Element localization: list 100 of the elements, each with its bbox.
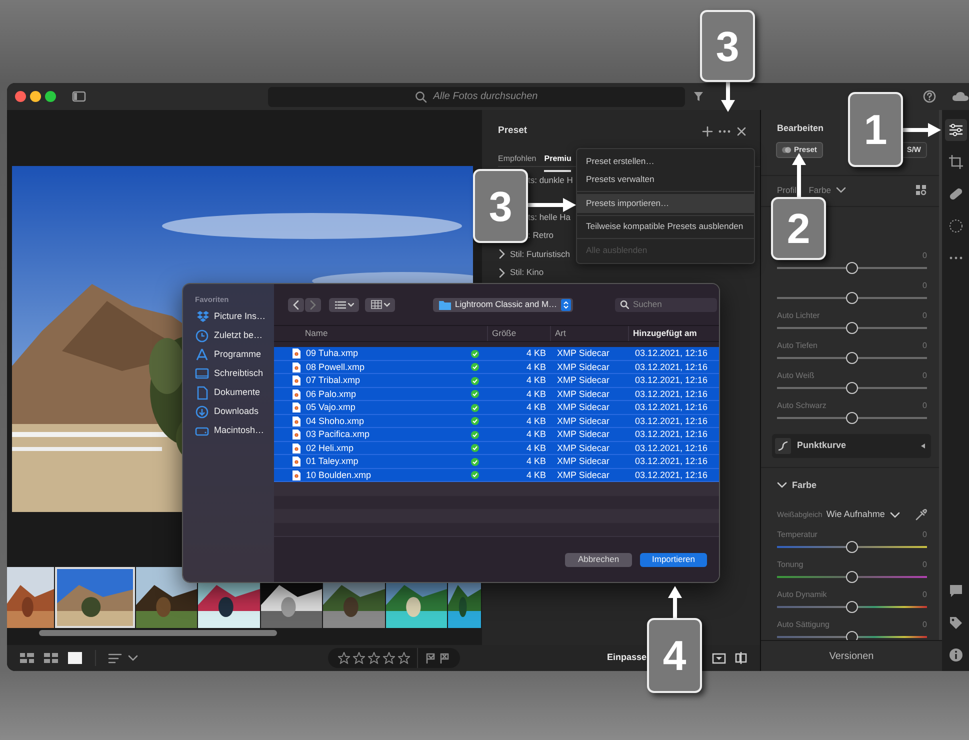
back-button[interactable] [288,298,304,312]
sidebar-item[interactable]: Downloads [195,402,274,422]
folder-popup[interactable]: Lightroom Classic and M… [433,298,573,312]
slider-track[interactable] [777,262,927,274]
slider-thumb[interactable] [846,352,858,364]
sidebar-item[interactable]: Picture Ins… [195,307,274,326]
slider-thumb[interactable] [846,262,858,274]
grid-view-icon[interactable] [43,652,59,664]
zoom-label[interactable]: Einpasse [607,651,647,665]
single-view-icon[interactable] [67,652,83,664]
cancel-button[interactable]: Abbrechen [565,552,632,566]
slider-track[interactable] [777,292,927,304]
file-row[interactable]: 06 Palo.xmp 4 KB XMP Sidecar 03.12.2021, 12:16 [274,388,719,401]
slider-track[interactable] [777,601,927,613]
menu-item[interactable]: Presets verwalten [577,170,754,189]
preset-group[interactable]: : Retro [528,229,554,242]
chevron-down-icon[interactable] [128,654,138,662]
menu-item[interactable]: Preset erstellen… [577,152,754,170]
comment-icon[interactable] [948,584,962,598]
tab[interactable]: Premiu [544,153,572,172]
import-button[interactable]: Importieren [640,552,707,566]
zoom-button[interactable] [45,91,56,102]
flag-icon[interactable] [425,652,436,664]
group-button[interactable] [365,298,395,312]
close-button[interactable] [15,91,26,102]
sidebar-item[interactable]: Schreibtisch [195,364,274,384]
sort-icon[interactable] [108,652,122,664]
file-row[interactable]: 04 Shoho.xmp 4 KB XMP Sidecar 03.12.2021, 12:16 [274,414,719,428]
eyedropper-icon[interactable] [915,509,927,521]
profile-label[interactable]: Profil Farbe [777,184,831,196]
preset-group[interactable]: ts: helle Ha [528,210,571,224]
section-title[interactable]: Farbe [792,479,817,493]
sidebar-item[interactable]: Zuletzt be… [195,326,274,346]
slider-thumb[interactable] [846,571,858,583]
tag-icon[interactable] [948,616,962,630]
profile-browser-icon[interactable] [915,184,927,196]
cloud-icon[interactable] [952,91,969,102]
chevron-right-icon[interactable] [498,249,506,260]
sidebar-item[interactable]: Macintosh… [195,421,274,440]
slider-track[interactable] [777,322,927,334]
slider-thumb[interactable] [846,292,858,304]
tab[interactable]: Empfohlen [498,153,536,170]
star-icon[interactable] [338,652,350,664]
column-header[interactable]: Art [555,327,566,340]
slider-thumb[interactable] [846,541,858,553]
info-icon[interactable] [948,648,962,662]
help-icon[interactable] [923,90,936,103]
chevron-right-icon[interactable] [498,268,506,278]
file-row[interactable]: 05 Vajo.xmp 4 KB XMP Sidecar 03.12.2021, 12:16 [274,401,719,414]
view-mode-button[interactable] [329,298,359,312]
menu-item[interactable]: Teilweise kompatible Presets ausblenden [577,218,754,236]
star-icon[interactable] [353,652,365,664]
column-header[interactable]: Name [305,327,328,340]
preset-group[interactable]: Stil: Futuristisch [510,248,570,261]
filter-icon[interactable] [693,91,704,102]
menu-item[interactable]: Presets importieren… [577,194,754,212]
slider-track[interactable] [777,352,927,364]
slider-thumb[interactable] [846,601,858,613]
slider-track[interactable] [777,631,927,640]
reject-flag-icon[interactable] [439,652,450,664]
minimize-button[interactable] [30,91,41,102]
compare-icon[interactable] [735,652,747,664]
file-row[interactable]: 09 Tuha.xmp 4 KB XMP Sidecar 03.12.2021, 12:16 [274,347,719,360]
column-header[interactable]: Hinzugefügt am [633,327,697,340]
slider-track[interactable] [777,541,927,553]
collapse-triangle-icon[interactable] [920,443,926,449]
preset-group[interactable]: Stil: Kino [510,266,544,280]
add-icon[interactable] [702,126,713,136]
star-icon[interactable] [368,652,380,664]
sidebar-item[interactable]: Dokumente [195,383,274,402]
chevron-down-icon[interactable] [836,186,846,194]
slider-thumb[interactable] [846,631,858,640]
curve-section-header[interactable]: Punktkurve [772,434,931,458]
file-row[interactable]: 10 Boulden.xmp 4 KB XMP Sidecar 03.12.2021, 12:16 [274,468,719,482]
sidebar-toggle-icon[interactable] [72,91,86,102]
file-row[interactable]: 08 Powell.xmp 4 KB XMP Sidecar 03.12.2021, 12:16 [274,360,719,374]
slider-track[interactable] [777,571,927,583]
tool-button[interactable] [944,119,966,141]
column-header[interactable]: Größe [492,327,516,340]
star-icon[interactable] [398,652,410,664]
slider-thumb[interactable] [846,322,858,334]
wb-dropdown[interactable]: Wie Aufnahme [826,508,885,522]
preset-group[interactable]: ts: dunkle H [528,174,573,187]
scrollbar[interactable] [39,630,277,636]
slider-track[interactable] [777,412,927,424]
slider-thumb[interactable] [846,382,858,394]
search-field[interactable]: Alle Fotos durchsuchen [268,86,685,106]
close-icon[interactable] [737,126,746,136]
chevron-down-icon[interactable] [890,511,900,519]
slider-track[interactable] [777,382,927,394]
info-overlay-icon[interactable] [712,652,726,664]
grid-view-icon[interactable] [19,652,35,664]
file-row[interactable]: 02 Heli.xmp 4 KB XMP Sidecar 03.12.2021, 12:16 [274,442,719,455]
file-row[interactable]: 07 Tribal.xmp 4 KB XMP Sidecar 03.12.2021, 12:16 [274,374,719,388]
file-row[interactable]: 03 Pacifica.xmp 4 KB XMP Sidecar 03.12.2021, 12:16 [274,428,719,442]
sidebar-item[interactable]: Programme [195,345,274,364]
forward-button[interactable] [305,298,321,312]
slider-thumb[interactable] [846,412,858,424]
star-icon[interactable] [383,652,395,664]
file-row[interactable]: 01 Taley.xmp 4 KB XMP Sidecar 03.12.2021, 12:16 [274,455,719,468]
